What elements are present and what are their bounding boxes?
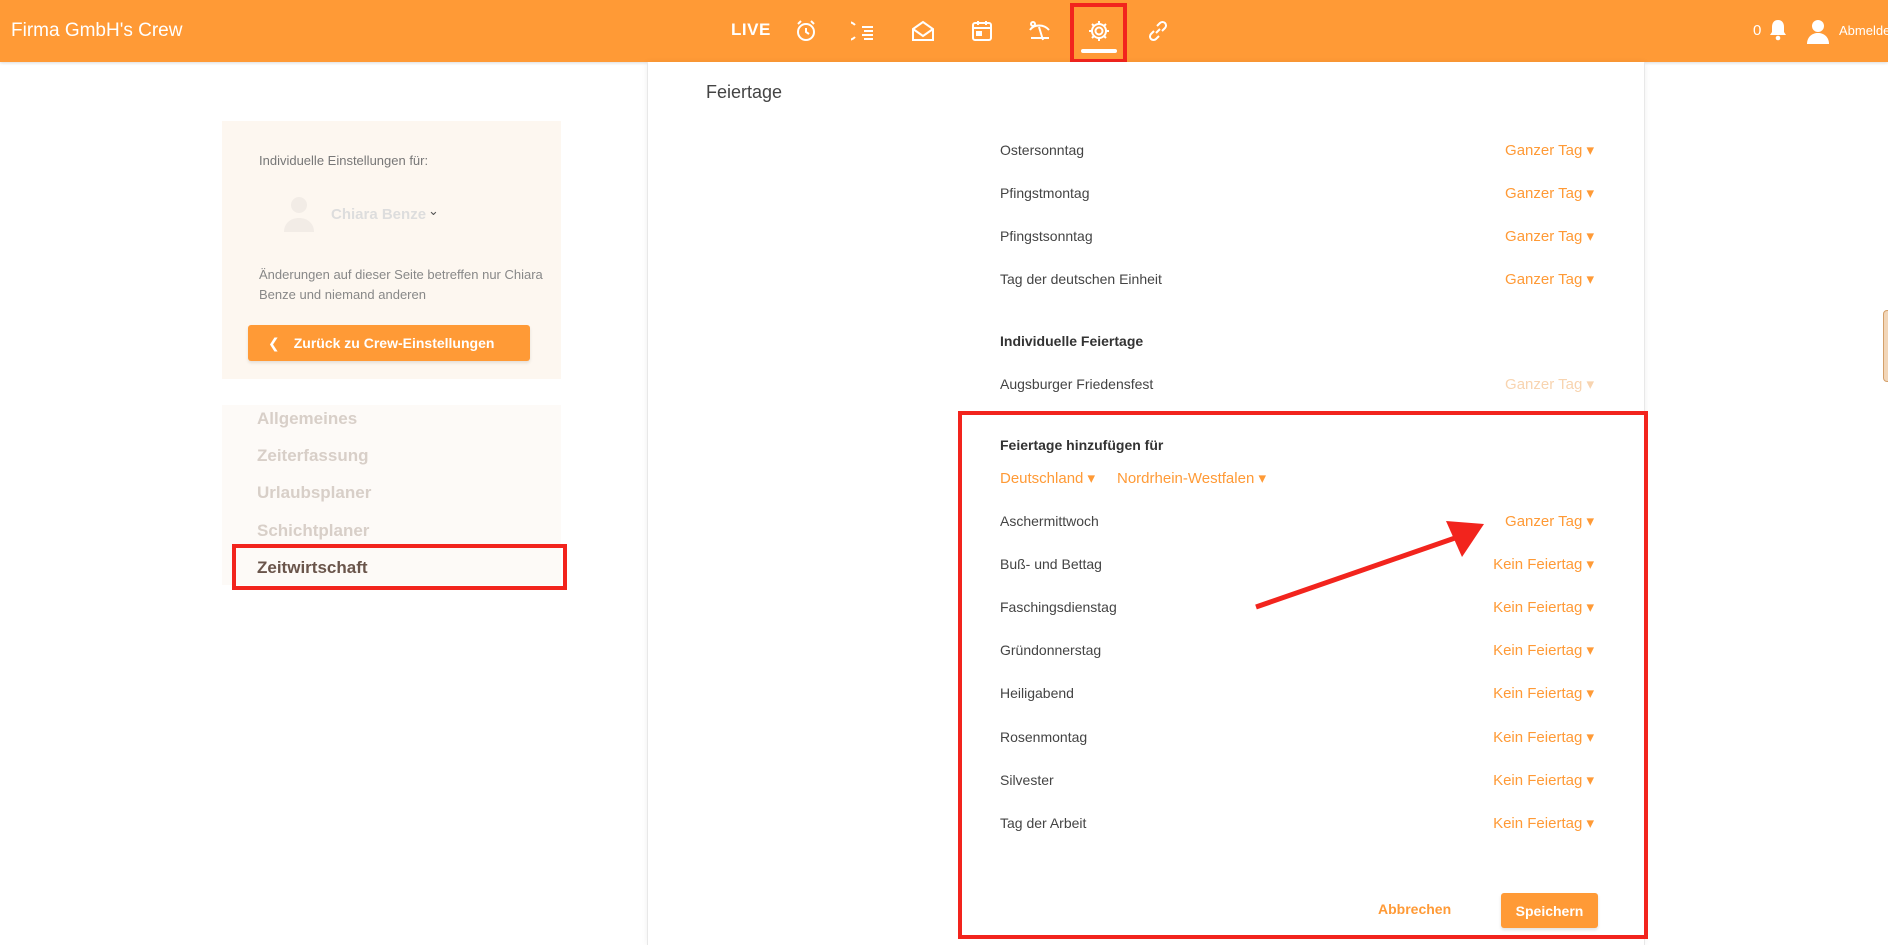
calendar-icon[interactable] <box>967 16 997 46</box>
user-panel-note: Änderungen auf dieser Seite betreffen nu… <box>259 267 543 302</box>
sidebar-item-zeiterfassung[interactable]: Zeiterfassung <box>257 446 368 466</box>
highlight-zeitwirtschaft <box>232 544 567 590</box>
chevron-left-icon: ❮ <box>268 334 280 351</box>
holiday-name: Pfingstsonntag <box>1000 228 1093 244</box>
bell-icon[interactable] <box>1767 18 1789 42</box>
holiday-type-dropdown[interactable]: Ganzer Tag ▾ <box>1505 270 1594 288</box>
holiday-name: Tag der deutschen Einheit <box>1000 271 1162 287</box>
user-avatar-icon <box>284 197 314 232</box>
user-select-name[interactable]: Chiara Benze <box>331 206 426 223</box>
sidebar-item-schichtplaner[interactable]: Schichtplaner <box>257 521 369 541</box>
page-title: Feiertage <box>706 82 783 102</box>
top-navigation-bar: Firma GmbH's Crew LIVE 0 Abmelden <box>0 0 1888 62</box>
envelope-icon[interactable] <box>908 16 938 46</box>
user-avatar-icon[interactable] <box>1805 17 1831 45</box>
link-icon[interactable] <box>1143 16 1173 46</box>
sidebar-item-urlaubsplaner[interactable]: Urlaubsplaner <box>257 483 371 503</box>
holiday-name: Ostersonntag <box>1000 142 1085 158</box>
holiday-type-dropdown[interactable]: Ganzer Tag ▾ <box>1505 227 1594 245</box>
holiday-type-dropdown[interactable]: Ganzer Tag ▾ <box>1505 375 1594 393</box>
feedback-tab[interactable] <box>1883 310 1888 382</box>
crew-name[interactable]: Firma GmbH's Crew <box>11 20 182 42</box>
chevron-down-icon[interactable]: ⌄ <box>428 203 439 219</box>
alarm-clock-icon[interactable] <box>791 16 821 46</box>
holiday-name: Pfingstmontag <box>1000 185 1090 201</box>
user-panel-label: Individuelle Einstellungen für: <box>259 153 429 168</box>
holiday-name: Augsburger Friedensfest <box>1000 376 1154 392</box>
user-settings-panel: Individuelle Einstellungen für: Chiara B… <box>222 121 561 379</box>
holiday-type-dropdown[interactable]: Ganzer Tag ▾ <box>1505 141 1594 159</box>
individual-holidays-heading: Individuelle Feiertage <box>1000 333 1144 349</box>
holiday-type-dropdown[interactable]: Ganzer Tag ▾ <box>1505 184 1594 202</box>
live-nav-link[interactable]: LIVE <box>731 20 771 40</box>
back-to-crew-settings-button[interactable]: ❮ Zurück zu Crew-Einstellungen <box>248 325 530 361</box>
logout-link[interactable]: Abmelden <box>1839 23 1888 38</box>
highlight-settings-icon <box>1070 3 1127 63</box>
annotation-arrow-icon <box>1255 521 1484 610</box>
notification-count[interactable]: 0 <box>1753 22 1761 39</box>
sidebar-item-allgemeines[interactable]: Allgemeines <box>257 409 357 429</box>
highlight-add-holidays <box>958 411 1648 939</box>
back-button-label: Zurück zu Crew-Einstellungen <box>293 335 495 351</box>
timeline-icon[interactable] <box>849 16 879 46</box>
vacation-icon[interactable] <box>1025 16 1055 46</box>
